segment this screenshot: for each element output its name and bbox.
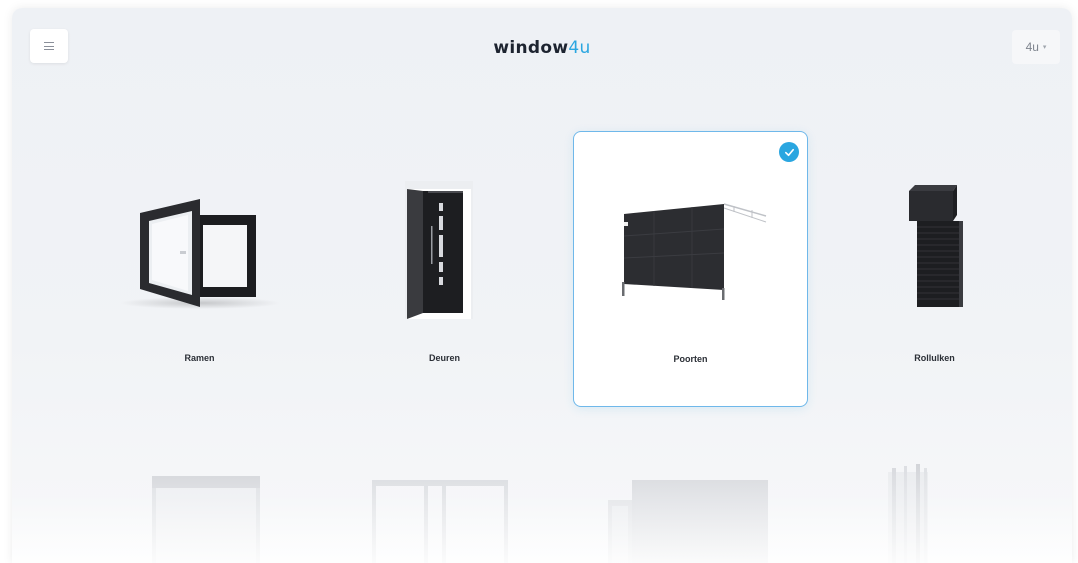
garage-door-product-image <box>622 203 767 300</box>
category-card-rollulken[interactable]: Rollulken <box>817 131 1052 407</box>
veranda-product-image <box>608 480 768 563</box>
category-label: Ramen <box>184 353 215 363</box>
category-card-poorten[interactable]: Poorten <box>573 131 808 407</box>
user-menu-label: 4u <box>1025 40 1039 54</box>
roller-shutter-product-image <box>909 185 963 307</box>
category-card-ramen[interactable]: Ramen <box>82 131 317 407</box>
app-window: window4u 4u ▾ Ramen Deuren Poorten Rollu… <box>12 8 1072 563</box>
shutter-box-product-image <box>152 476 260 563</box>
category-label: Rollulken <box>914 353 955 363</box>
category-card-deuren[interactable]: Deuren <box>327 131 562 407</box>
window-profile-product-image <box>888 464 928 563</box>
logo-text: window <box>493 38 569 58</box>
window-product-image <box>120 199 280 309</box>
category-label: Deuren <box>428 353 460 363</box>
checkmark-icon <box>779 142 799 162</box>
chevron-down-icon: ▾ <box>1042 44 1047 51</box>
category-label: Poorten <box>673 354 708 364</box>
app-logo: window4u <box>12 38 1072 58</box>
door-product-image <box>405 181 473 319</box>
sliding-door-product-image <box>372 480 508 563</box>
logo-accent-text: 4u <box>568 38 591 58</box>
user-menu-button[interactable]: 4u ▾ <box>1012 30 1060 64</box>
second-row-products <box>152 464 928 563</box>
